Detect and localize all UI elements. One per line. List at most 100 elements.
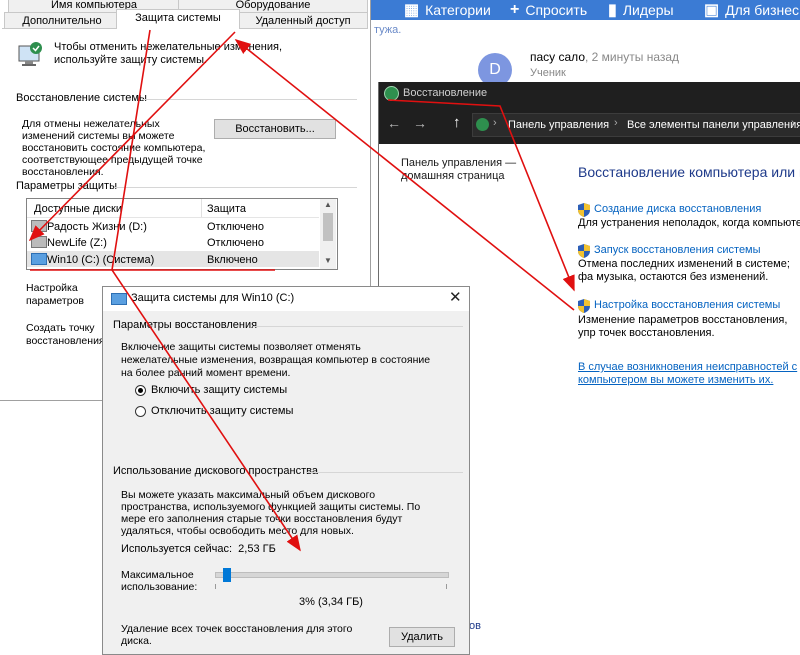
radio-enable[interactable] [135, 385, 146, 396]
address-bar: ← → ↑ › Панель управления › Все элементы… [379, 104, 800, 144]
briefcase-icon: ▣ [704, 2, 720, 19]
delete-text: Удаление всех точек восстановления для э… [121, 623, 353, 647]
used-value: 2,53 ГБ [238, 543, 276, 555]
tab-system-protection[interactable]: Защита системы [116, 9, 240, 29]
protect-group-label: Параметры защиты [16, 180, 117, 192]
disk-name: Радость Жизни (D:) [47, 221, 147, 233]
forward-icon[interactable]: → [413, 115, 427, 131]
bottom-fragment: ов [469, 620, 481, 632]
window-title: Восстановление [403, 87, 488, 99]
drive-icon [31, 236, 47, 248]
slider-thumb[interactable] [223, 568, 231, 582]
side-text: тужа. [374, 24, 402, 36]
grid-icon: ▦ [404, 2, 420, 19]
nav-categories-label: Категории [425, 2, 491, 18]
chevron-right-icon: › [614, 117, 618, 129]
table-row[interactable]: Win10 (C:) (Система) Включено [27, 251, 319, 267]
help-link[interactable]: В случае возникновения неисправностей с … [578, 361, 800, 387]
shield-icon [578, 244, 590, 258]
used-row: Используется сейчас: 2,53 ГБ [121, 543, 276, 555]
table-row[interactable]: Радость Жизни (D:) Отключено [27, 219, 319, 234]
up-icon[interactable]: ↑ [453, 114, 461, 131]
restore-button[interactable]: Восстановить... [214, 119, 336, 139]
disks-list[interactable]: Доступные диски Защита Радость Жизни (D:… [26, 198, 338, 270]
usage-group-label: Использование дискового пространства [113, 465, 318, 477]
breadcrumb-item-all-items[interactable]: Все элементы панели управления [627, 119, 800, 131]
drive-icon [111, 293, 127, 305]
nav-business-label: Для бизнес [725, 2, 800, 18]
answer-meta: пасу сало, 2 минуты назад [530, 50, 679, 64]
restore-text: Для отмены нежелательных изменений систе… [22, 118, 206, 178]
page-title: Восстановление компьютера или в [578, 164, 800, 180]
scroll-up-icon[interactable]: ▲ [324, 200, 332, 209]
params-text: Включение защиты системы позволяет отмен… [121, 341, 431, 379]
site-top-bar: ▦ Категории + Спросить ▮ Лидеры ▣ Для би… [370, 0, 800, 20]
answer-author[interactable]: пасу сало [530, 50, 585, 64]
disk-name: Win10 (C:) (Система) [47, 254, 155, 266]
site-body: тужа. D пасу сало, 2 минуты назад Ученик [370, 20, 800, 90]
tab-remote[interactable]: Удаленный доступ [238, 12, 368, 29]
radio-disable-label[interactable]: Отключить защиту системы [151, 405, 293, 417]
create-recovery-drive-link[interactable]: Создание диска восстановления [594, 203, 761, 215]
used-label: Используется сейчас: [121, 543, 233, 555]
radio-enable-label[interactable]: Включить защиту системы [151, 384, 287, 396]
usage-text: Вы можете указать максимальный объем дис… [121, 489, 421, 537]
scrollbar[interactable]: ▲ ▼ [320, 199, 336, 269]
params-group-label: Параметры восстановления [113, 319, 258, 331]
configure-system-restore-desc: Изменение параметров восстановления, упр… [578, 314, 788, 339]
avatar-letter: D [489, 61, 501, 78]
open-system-restore-link[interactable]: Запуск восстановления системы [594, 244, 761, 256]
recovery-small-icon [476, 118, 489, 131]
nav-business[interactable]: ▣ Для бизнес [704, 0, 799, 20]
drive-icon [31, 220, 47, 232]
tab-advanced[interactable]: Дополнительно [4, 12, 120, 29]
intro-text: Чтобы отменить нежелательные изменения, … [54, 41, 283, 66]
scroll-thumb[interactable] [323, 213, 333, 241]
nav-leaders[interactable]: ▮ Лидеры [608, 0, 674, 20]
chevron-right-icon: › [791, 117, 795, 129]
home-link[interactable]: Панель управления — домашняя страница [401, 157, 521, 183]
shield-icon [578, 203, 590, 217]
disk-usage-slider[interactable] [215, 568, 449, 582]
group-line [142, 99, 357, 100]
leaderboard-icon: ▮ [608, 2, 617, 19]
shield-icon [578, 299, 590, 313]
delete-button[interactable]: Удалить [389, 627, 455, 647]
system-protection-dialog: Защита системы для Win10 (C:) ✕ Параметр… [102, 286, 470, 655]
answer-role: Ученик [530, 67, 566, 79]
chevron-right-icon: › [493, 117, 497, 129]
breadcrumb-item-control-panel[interactable]: Панель управления [508, 119, 609, 131]
nav-leaders-label: Лидеры [622, 2, 674, 18]
computer-shield-icon [18, 42, 42, 66]
group-line [114, 187, 357, 188]
recovery-icon [384, 86, 399, 101]
disks-header: Доступные диски Защита [27, 199, 319, 218]
max-label: Максимальное использование: [121, 569, 198, 593]
nav-ask-label: Спросить [525, 2, 588, 18]
slider-ticks [215, 584, 447, 589]
disk-state: Отключено [207, 221, 264, 233]
column-protection[interactable]: Защита [207, 203, 246, 215]
plus-icon: + [510, 1, 520, 18]
radio-disable[interactable] [135, 406, 146, 417]
slider-value: 3% (3,34 ГБ) [299, 596, 363, 608]
answer-time: , 2 минуты назад [585, 50, 680, 64]
system-drive-icon [31, 253, 47, 265]
group-line [253, 326, 463, 327]
table-row[interactable]: NewLife (Z:) Отключено [27, 235, 319, 250]
nav-ask[interactable]: + Спросить [510, 0, 587, 20]
restore-group-label: Восстановление системы [16, 92, 147, 104]
back-icon[interactable]: ← [387, 115, 401, 131]
title-bar: Восстановление [379, 82, 800, 104]
close-icon[interactable]: ✕ [449, 288, 462, 306]
create-text: Создать точку восстановления для дисков … [26, 322, 105, 347]
dialog-title: Защита системы для Win10 (C:) [131, 292, 295, 304]
disk-state: Отключено [207, 237, 264, 249]
group-line [307, 472, 463, 473]
breadcrumb[interactable]: › Панель управления › Все элементы панел… [472, 113, 800, 137]
configure-system-restore-link[interactable]: Настройка восстановления системы [594, 299, 780, 311]
scroll-down-icon[interactable]: ▼ [324, 256, 332, 265]
column-divider [201, 199, 202, 217]
column-drives[interactable]: Доступные диски [34, 203, 122, 215]
nav-categories[interactable]: ▦ Категории [404, 0, 491, 20]
